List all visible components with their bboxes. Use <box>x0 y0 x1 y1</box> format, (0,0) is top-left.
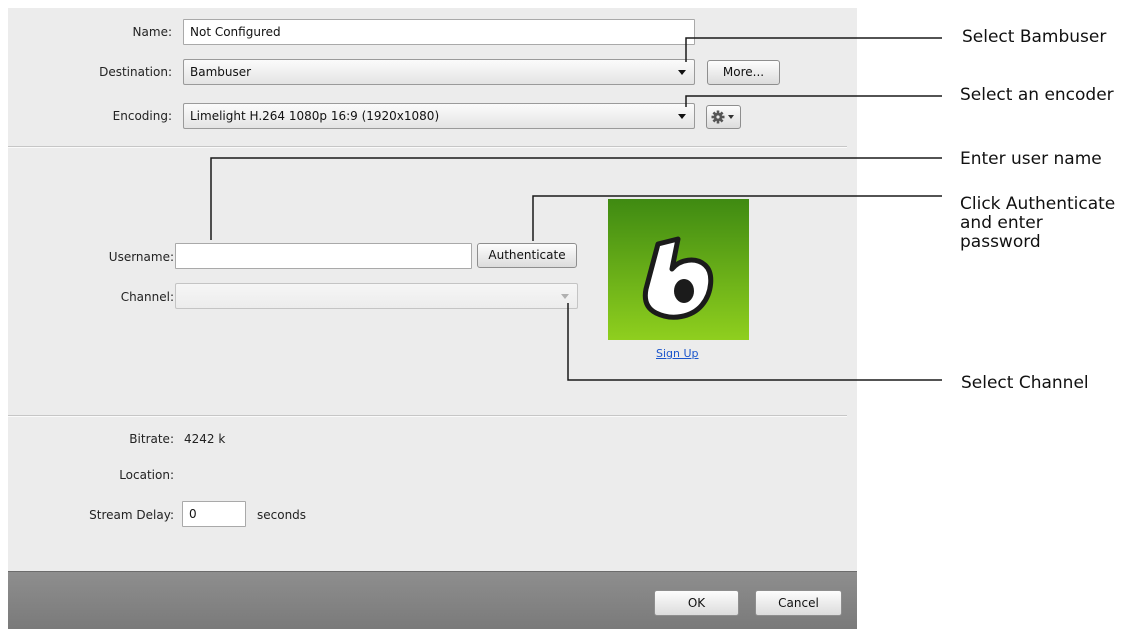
callout-line-channel <box>567 303 942 381</box>
callout-line-destination <box>685 37 942 62</box>
callout-enter-username: Enter user name <box>960 149 1102 169</box>
callout-line-authenticate <box>532 195 942 241</box>
callout-line-username <box>210 157 942 240</box>
callout-line-encoding <box>685 95 942 107</box>
callout-select-channel: Select Channel <box>961 373 1089 393</box>
callout-authenticate-line3: password <box>960 232 1041 252</box>
callout-authenticate: Click Authenticate and enter password <box>960 195 1115 252</box>
callout-select-bambuser: Select Bambuser <box>962 27 1107 47</box>
callout-authenticate-line2: and enter <box>960 213 1043 233</box>
callout-authenticate-line1: Click Authenticate <box>960 194 1116 214</box>
callout-select-encoder: Select an encoder <box>960 85 1114 105</box>
